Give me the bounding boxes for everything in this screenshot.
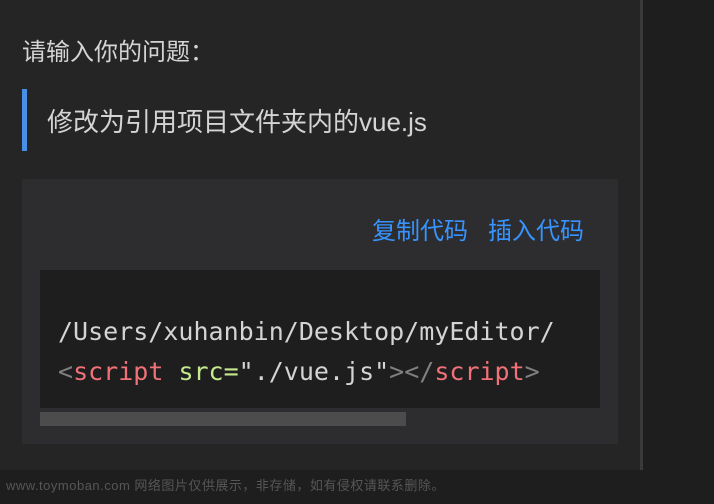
code-response-block: 复制代码 插入代码 /Users/xuhanbin/Desktop/myEdit… — [22, 179, 618, 444]
quote-text: 修改为引用项目文件夹内的vue.js — [47, 102, 427, 139]
horizontal-scrollbar[interactable] — [40, 412, 600, 426]
user-input-quote: 修改为引用项目文件夹内的vue.js — [22, 89, 618, 151]
token-bracket: > — [389, 357, 404, 386]
token-string: "./vue.js" — [239, 357, 390, 386]
token-tag: script — [434, 357, 524, 386]
token-bracket: < — [58, 357, 73, 386]
code-line: <script src="./vue.js"></script> — [58, 352, 600, 392]
insert-code-button[interactable]: 插入代码 — [488, 211, 584, 246]
chat-panel: 请输入你的问题： 修改为引用项目文件夹内的vue.js 复制代码 插入代码 /U… — [0, 0, 640, 470]
prompt-label: 请输入你的问题： — [0, 0, 640, 89]
watermark-text: www.toymoban.com 网络图片仅供展示，非存储，如有侵权请联系删除。 — [6, 475, 445, 494]
code-content[interactable]: /Users/xuhanbin/Desktop/myEditor/ <scrip… — [40, 270, 600, 408]
scrollbar-thumb[interactable] — [40, 412, 406, 426]
quote-accent-bar — [22, 89, 27, 151]
code-toolbar: 复制代码 插入代码 — [40, 211, 600, 270]
token-tag: script — [73, 357, 163, 386]
copy-code-button[interactable]: 复制代码 — [372, 211, 468, 246]
token-bracket: > — [525, 357, 540, 386]
panel-divider[interactable] — [640, 0, 643, 470]
token-attr: src= — [178, 357, 238, 386]
token-space — [163, 357, 178, 386]
code-line: /Users/xuhanbin/Desktop/myEditor/ — [58, 312, 600, 352]
token-bracket: </ — [404, 357, 434, 386]
